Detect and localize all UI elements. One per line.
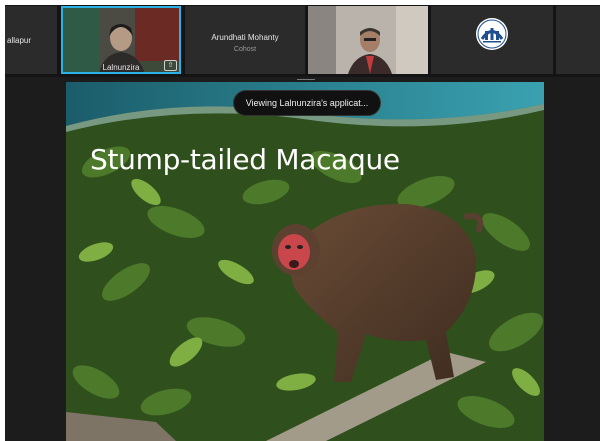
screen-share-banner[interactable]: Viewing Lalnunzira's applicat... <box>234 91 380 115</box>
participant-video <box>308 6 428 74</box>
zoom-meeting-window: allapur Lalnunzira ⇧ Arundhati Mohanty C… <box>5 5 600 441</box>
slide-photo-macaque <box>66 82 544 441</box>
participant-role: Cohost <box>233 46 257 53</box>
participant-tile-6[interactable] <box>556 6 600 74</box>
participant-strip: allapur Lalnunzira ⇧ Arundhati Mohanty C… <box>5 5 600 77</box>
participant-tile-arundhati-mohanty[interactable]: Arundhati Mohanty Cohost <box>185 6 305 74</box>
participant-tile-video[interactable] <box>308 6 428 74</box>
participant-tile-logo[interactable] <box>431 6 553 74</box>
participant-tile-lalnunzira[interactable]: Lalnunzira ⇧ <box>61 6 181 74</box>
pin-to-screen-icon[interactable]: ⇧ <box>164 60 177 71</box>
participant-name: allapur <box>7 36 32 45</box>
participant-name: Lalnunzira <box>102 63 140 72</box>
participant-name: Arundhati Mohanty <box>211 33 279 42</box>
participant-tile-allapur[interactable]: allapur <box>5 6 57 74</box>
shared-screen <box>66 82 544 441</box>
slide-title: Stump-tailed Macaque <box>90 143 400 176</box>
institution-seal-logo <box>476 18 508 50</box>
